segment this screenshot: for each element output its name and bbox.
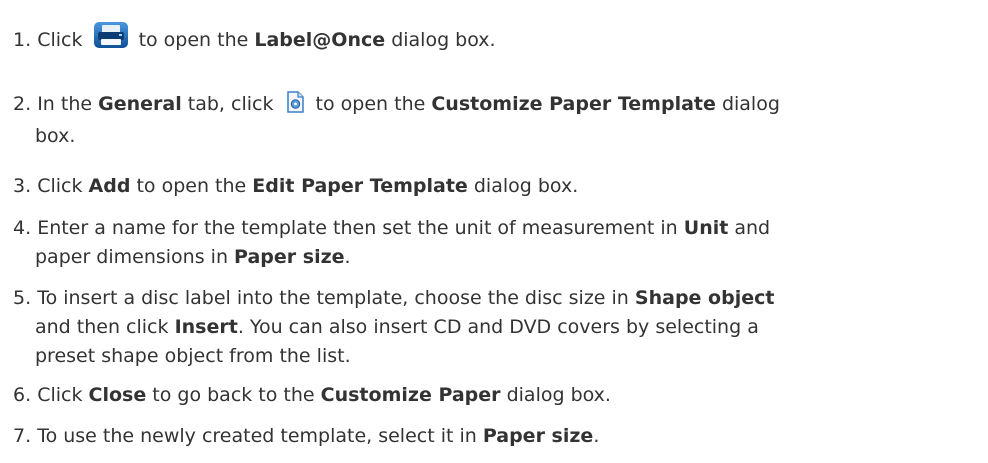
step-text: In the (37, 93, 93, 115)
step-text: tab, click (187, 93, 274, 115)
step-6: 6. Click Close to go back to the Customi… (13, 381, 973, 410)
button-name: Close (88, 384, 147, 406)
step-text: to open the (136, 175, 247, 197)
step-3: 3. Click Add to open the Edit Paper Temp… (13, 172, 973, 201)
step-number: 2. (13, 93, 32, 115)
step-number: 7. (13, 425, 32, 447)
dialog-name: Customize Paper (320, 384, 501, 406)
step-text: to open the (315, 93, 426, 115)
step-text: and (734, 217, 771, 239)
step-text: To insert a disc label into the template… (37, 287, 629, 309)
printer-icon[interactable] (93, 20, 129, 59)
step-text: To use the newly created template, selec… (37, 425, 477, 447)
step-text: . You can also insert CD and DVD covers … (237, 316, 759, 338)
step-text: dialog box. (506, 384, 611, 406)
step-text: Click (37, 175, 83, 197)
step-number: 3. (13, 175, 32, 197)
step-2: 2. In the General tab, click to open the… (13, 90, 973, 151)
step-1: 1. Click to open the Label@Once dialog b… (13, 20, 973, 59)
step-4: 4. Enter a name for the template then se… (13, 214, 973, 272)
step-text: . (593, 425, 600, 447)
step-text: dialog (721, 93, 780, 115)
step-5: 5. To insert a disc label into the templ… (13, 284, 973, 371)
step-text: Click (37, 29, 83, 51)
step-text: box. (35, 125, 76, 147)
button-name: Add (88, 175, 131, 197)
step-text: to open the (138, 29, 249, 51)
paper-template-icon[interactable] (284, 91, 306, 122)
step-text: preset shape object from the list. (35, 345, 351, 367)
instruction-steps: 1. Click to open the Label@Once dialog b… (0, 0, 988, 463)
step-text: . (344, 246, 351, 268)
step-number: 6. (13, 384, 32, 406)
field-name: Unit (683, 217, 729, 239)
step-number: 4. (13, 217, 32, 239)
dialog-name: Customize Paper Template (431, 93, 716, 115)
step-text: paper dimensions in (35, 246, 228, 268)
step-number: 5. (13, 287, 32, 309)
field-name: Paper size (482, 425, 594, 447)
step-text: Click (37, 384, 83, 406)
field-name: Shape object (634, 287, 775, 309)
step-text: dialog box. (473, 175, 579, 197)
step-text: and then click (35, 316, 169, 338)
button-name: Insert (174, 316, 238, 338)
step-text: Enter a name for the template then set t… (37, 217, 678, 239)
step-text: to go back to the (152, 384, 315, 406)
field-name: Paper size (234, 246, 345, 268)
dialog-name: Edit Paper Template (252, 175, 468, 197)
step-text-line: and then click Insert. You can also inse… (13, 313, 973, 342)
step-number: 1. (13, 29, 32, 51)
step-text: dialog box. (391, 29, 496, 51)
step-text-line: paper dimensions in Paper size. (13, 243, 973, 272)
tab-name: General (98, 93, 182, 115)
step-7: 7. To use the newly created template, se… (13, 422, 973, 451)
dialog-name: Label@Once (254, 29, 386, 51)
